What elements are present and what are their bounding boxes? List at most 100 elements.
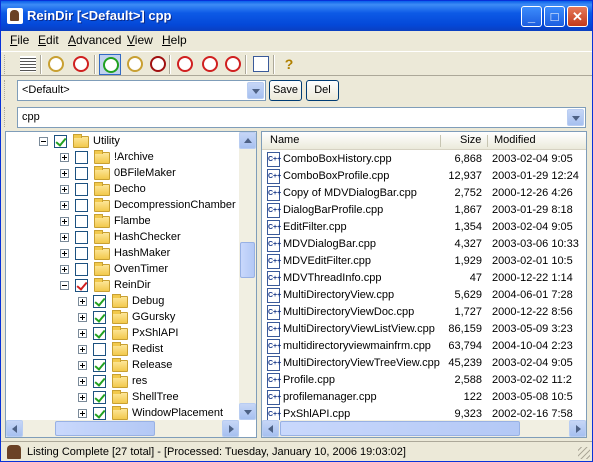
expand-icon[interactable] [78,345,87,354]
checked-tree-button[interactable] [99,54,121,75]
expand-icon[interactable] [60,201,69,210]
title-bar[interactable]: ReinDir [<Default>] cpp _ □ ✕ [1,1,592,31]
expand-icon[interactable] [78,393,87,402]
column-header-size[interactable]: Size [460,134,481,146]
expand-icon[interactable] [60,217,69,226]
tree-checkbox[interactable] [93,311,106,324]
list-horizontal-scrollbar[interactable] [262,420,586,437]
close-button[interactable]: ✕ [567,6,588,27]
expand-icon[interactable] [60,169,69,178]
help-button[interactable]: ? [278,54,300,75]
tree-button[interactable] [45,54,67,75]
tree-checkbox[interactable] [75,231,88,244]
list-item[interactable]: C++ MDVThreadInfo.cpp 47 2000-12-22 1:14 [262,270,586,287]
filter-bar-grip[interactable] [4,107,7,127]
expand-icon[interactable] [78,377,87,386]
list-item[interactable]: C++ EditFilter.cpp 1,354 2003-02-04 9:05 [262,219,586,236]
tree-checkbox[interactable] [93,359,106,372]
menu-help[interactable]: Help [162,33,187,47]
scroll-left-arrow-icon[interactable] [6,420,23,437]
collapse-icon[interactable] [60,281,69,290]
tree-checkbox[interactable] [93,327,106,340]
tree-node[interactable]: !Archive [6,150,238,166]
tree-node[interactable]: Debug [6,294,238,310]
tree-checkbox[interactable] [93,407,106,420]
tree-checkbox[interactable] [75,247,88,260]
tree-node[interactable]: ReinDir [6,278,238,294]
tree-checkbox[interactable] [75,263,88,276]
cpp-filter-button[interactable] [174,54,196,75]
tree-node[interactable]: OvenTimer [6,262,238,278]
copy-button[interactable] [250,54,272,75]
tree-checkbox[interactable] [93,391,106,404]
minimize-button[interactable]: _ [521,6,542,27]
menu-file[interactable]: File [10,33,29,47]
view-list-button[interactable] [17,54,39,75]
list-item[interactable]: C++ profilemanager.cpp 122 2003-05-08 10:5 [262,389,586,406]
tree-hscroll-thumb[interactable] [55,421,155,436]
scroll-up-arrow-icon[interactable] [239,132,256,149]
expand-icon[interactable] [60,249,69,258]
tree-node[interactable]: ShellTree [6,390,238,406]
list-item[interactable]: C++ MultiDirectoryViewListView.cpp 86,159 2… [262,321,586,338]
list-item[interactable]: C++ MDVDialogBar.cpp 4,327 2003-03-06 10:33 [262,236,586,253]
tree-node[interactable]: Redist [6,342,238,358]
profile-bar-grip[interactable] [4,80,7,100]
tree-node[interactable]: res [6,374,238,390]
cpp-filter-3-button[interactable] [222,54,244,75]
list-item[interactable]: C++ Profile.cpp 2,588 2003-02-02 11:2 [262,372,586,389]
tree-node[interactable]: Utility [6,134,238,150]
menu-view[interactable]: View [127,33,153,47]
maximize-button[interactable]: □ [544,6,565,27]
tree-checkbox[interactable] [75,215,88,228]
column-divider[interactable] [487,135,488,147]
list-item[interactable]: C++ PxShlAPI.cpp 9,323 2002-02-16 7:58 [262,406,586,420]
tree-node[interactable]: GGursky [6,310,238,326]
profile-dropdown-arrow-icon[interactable] [247,82,264,99]
expand-icon[interactable] [60,185,69,194]
expand-icon[interactable] [78,313,87,322]
list-item[interactable]: C++ ComboBoxHistory.cpp 6,868 2003-02-04 9:… [262,151,586,168]
tree-checkbox[interactable] [75,183,88,196]
tree-vertical-scrollbar[interactable] [239,132,256,420]
filter-combobox[interactable]: cpp [17,107,586,128]
scroll-down-arrow-icon[interactable] [239,403,256,420]
column-header-modified[interactable]: Modified [494,134,536,146]
list-item[interactable]: C++ MultiDirectoryView.cpp 5,629 2004-06-01… [262,287,586,304]
scroll-left-arrow-icon[interactable] [262,420,279,437]
column-header-name[interactable]: Name [270,134,299,146]
tree-node[interactable]: DecompressionChamber [6,198,238,214]
toolbar-grip[interactable] [4,55,7,74]
list-item[interactable]: C++ DialogBarProfile.cpp 1,867 2003-01-29 8… [262,202,586,219]
resize-grip-icon[interactable] [578,447,590,459]
list-item[interactable]: C++ MultiDirectoryViewTreeView.cpp 45,239 2… [262,355,586,372]
list-item[interactable]: C++ MDVEditFilter.cpp 1,929 2003-02-01 10:5 [262,253,586,270]
list-item[interactable]: C++ Copy of MDVDialogBar.cpp 2,752 2000-12-… [262,185,586,202]
list-item[interactable]: C++ multidirectoryviewmainfrm.cpp 63,794 20… [262,338,586,355]
expand-icon[interactable] [60,265,69,274]
expand-tree-button[interactable] [124,54,146,75]
scroll-right-arrow-icon[interactable] [569,420,586,437]
tree-node[interactable]: Flambe [6,214,238,230]
collapse-icon[interactable] [39,137,48,146]
tree-checkbox[interactable] [75,199,88,212]
tree-checkbox[interactable] [75,151,88,164]
tree-node[interactable]: HashChecker [6,230,238,246]
list-hscroll-thumb[interactable] [280,421,520,436]
tree-node[interactable]: Decho [6,182,238,198]
tree-checkbox[interactable] [93,375,106,388]
tree-checkbox[interactable] [93,295,106,308]
expand-icon[interactable] [78,329,87,338]
save-button[interactable]: Save [269,80,302,101]
menu-advanced[interactable]: Advanced [68,33,121,47]
tree-node[interactable]: 0BFileMaker [6,166,238,182]
delete-button[interactable]: Del [306,80,339,101]
profile-combobox[interactable]: <Default> [17,80,266,101]
scroll-right-arrow-icon[interactable] [222,420,239,437]
expand-icon[interactable] [60,153,69,162]
tree-horizontal-scrollbar[interactable] [6,420,239,437]
no-filter-button[interactable] [70,54,92,75]
app-icon[interactable] [7,8,23,24]
cpp-filter-2-button[interactable] [199,54,221,75]
expand-icon[interactable] [78,297,87,306]
